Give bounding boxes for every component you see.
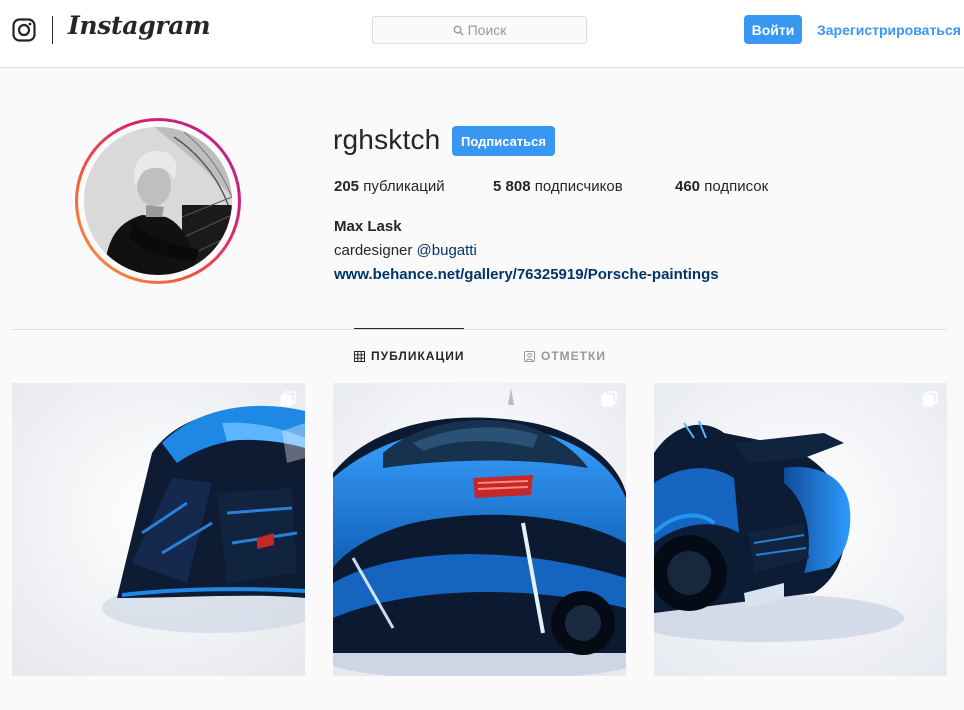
- profile-website-link[interactable]: www.behance.net/gallery/76325919/Porsche…: [334, 266, 719, 283]
- followers-count[interactable]: 5 808 подписчиков: [493, 178, 675, 195]
- instagram-wordmark[interactable]: Instagram: [68, 11, 211, 40]
- post-thumbnail[interactable]: [333, 383, 626, 676]
- top-navbar: Instagram Поиск Войти Зарегистрироваться: [0, 0, 964, 68]
- carousel-icon: [922, 391, 938, 407]
- logo-divider: [52, 16, 53, 44]
- post-image-car-side: [654, 383, 947, 676]
- active-tab-indicator: [354, 328, 464, 329]
- profile-avatar-story-ring[interactable]: [75, 118, 241, 284]
- bio-mention-link[interactable]: @bugatti: [417, 242, 477, 259]
- profile-full-name: Max Lask: [334, 218, 402, 235]
- instagram-camera-icon[interactable]: [12, 18, 36, 42]
- avatar-photo: [84, 127, 232, 275]
- post-thumbnail[interactable]: [12, 383, 305, 676]
- search-placeholder: Поиск: [467, 22, 507, 38]
- login-button[interactable]: Войти: [744, 15, 802, 44]
- carousel-icon: [280, 391, 296, 407]
- tab-posts-label: ПУБЛИКАЦИИ: [371, 349, 465, 363]
- tagged-icon: [524, 350, 535, 362]
- post-image-car-rear: [12, 383, 305, 676]
- avatar: [84, 127, 232, 275]
- grid-icon: [354, 350, 365, 362]
- signup-link[interactable]: Зарегистрироваться: [817, 22, 961, 38]
- post-thumbnail[interactable]: [654, 383, 947, 676]
- tab-tagged-label: ОТМЕТКИ: [541, 349, 606, 363]
- follow-button[interactable]: Подписаться: [452, 126, 555, 156]
- profile-bio: cardesigner @bugatti: [334, 242, 477, 259]
- posts-count: 205 публикаций: [334, 178, 445, 195]
- search-input[interactable]: Поиск: [372, 16, 587, 44]
- following-count[interactable]: 460 подписок: [675, 178, 768, 195]
- search-icon: [453, 25, 464, 36]
- profile-stats: 205 публикаций 5 808 подписчиков 460 под…: [334, 178, 768, 195]
- tab-tagged[interactable]: ОТМЕТКИ: [524, 349, 606, 363]
- profile-username: rghsktch: [333, 124, 441, 155]
- tab-posts[interactable]: ПУБЛИКАЦИИ: [354, 349, 464, 363]
- carousel-icon: [601, 391, 617, 407]
- post-image-car-front: [333, 383, 626, 676]
- tabs-divider: [12, 329, 947, 330]
